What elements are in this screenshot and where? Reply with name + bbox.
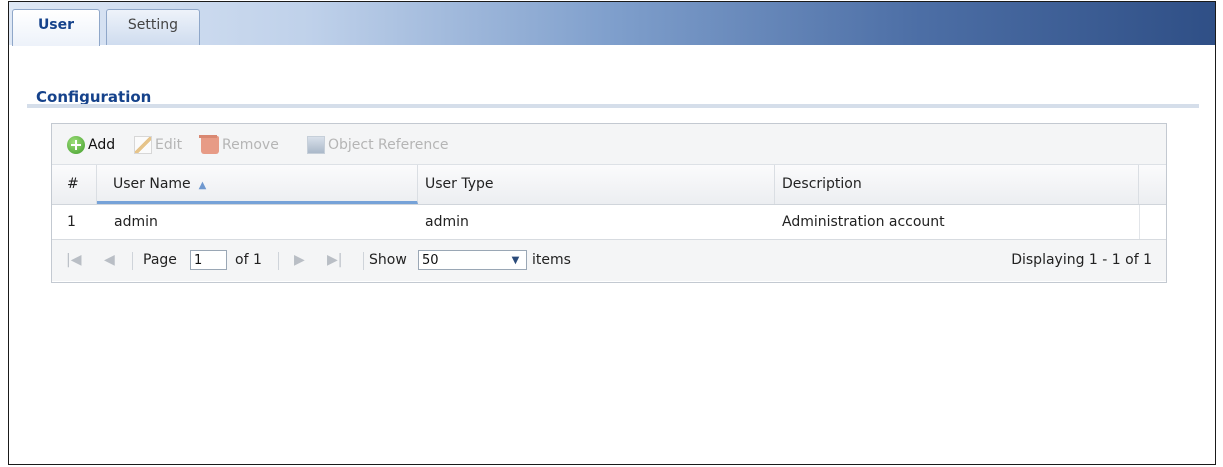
table-header: # User Name ▲ User Type Description (52, 165, 1166, 205)
page-number-input[interactable] (190, 250, 227, 270)
row-divider (1139, 205, 1140, 239)
user-list-panel: Add Edit Remove Object Reference # User … (51, 123, 1167, 283)
remove-icon (199, 135, 219, 154)
section-divider (27, 104, 1199, 108)
items-label: items (532, 252, 571, 268)
items-per-page-select[interactable] (418, 250, 506, 270)
object-reference-label: Object Reference (328, 137, 449, 153)
row-user-name: admin (114, 214, 158, 230)
tab-bar: User Setting (9, 2, 1215, 46)
remove-label: Remove (222, 137, 279, 153)
add-button[interactable]: Add (67, 134, 115, 156)
column-header-user-type[interactable]: User Type (418, 165, 775, 204)
user-page: User Setting Configuration Add Edit Remo… (8, 1, 1216, 465)
first-page-icon[interactable]: |◀ (66, 240, 81, 281)
previous-page-icon[interactable]: ◀ (104, 240, 115, 281)
next-page-icon[interactable]: ▶ (294, 240, 305, 281)
displaying-count: Displaying 1 - 1 of 1 (1011, 252, 1152, 268)
show-label: Show (369, 252, 407, 268)
object-reference-icon (307, 136, 325, 154)
tab-user[interactable]: User (12, 9, 100, 46)
remove-button[interactable]: Remove (199, 134, 279, 156)
pagination-bar: |◀ ◀ Page of 1 ▶ ▶| Show ▼ items Display… (52, 240, 1166, 281)
pager-separator (278, 252, 279, 270)
last-page-icon[interactable]: ▶| (327, 240, 342, 281)
tab-setting[interactable]: Setting (106, 9, 200, 45)
object-reference-button[interactable]: Object Reference (307, 134, 449, 156)
row-user-type: admin (425, 214, 469, 230)
column-header-description[interactable]: Description (775, 165, 1139, 204)
column-header-menu[interactable] (1139, 165, 1166, 204)
column-header-user-name-label: User Name (113, 176, 191, 192)
page-label: Page (143, 252, 177, 268)
add-icon (67, 136, 85, 154)
column-header-number[interactable]: # (52, 165, 97, 204)
add-label: Add (88, 137, 116, 153)
toolbar: Add Edit Remove Object Reference (52, 124, 1166, 165)
edit-button[interactable]: Edit (134, 134, 182, 156)
pager-separator (132, 252, 133, 270)
row-description: Administration account (782, 214, 945, 230)
pager-separator (363, 252, 364, 270)
chevron-down-icon[interactable]: ▼ (505, 250, 527, 270)
page-count-label: of 1 (235, 252, 262, 268)
edit-icon (134, 136, 152, 154)
sort-ascending-icon: ▲ (198, 180, 207, 191)
column-header-user-name[interactable]: User Name ▲ (97, 165, 418, 204)
row-number: 1 (67, 214, 76, 230)
table-row[interactable]: 1 admin admin Administration account (52, 205, 1166, 240)
edit-label: Edit (155, 137, 183, 153)
